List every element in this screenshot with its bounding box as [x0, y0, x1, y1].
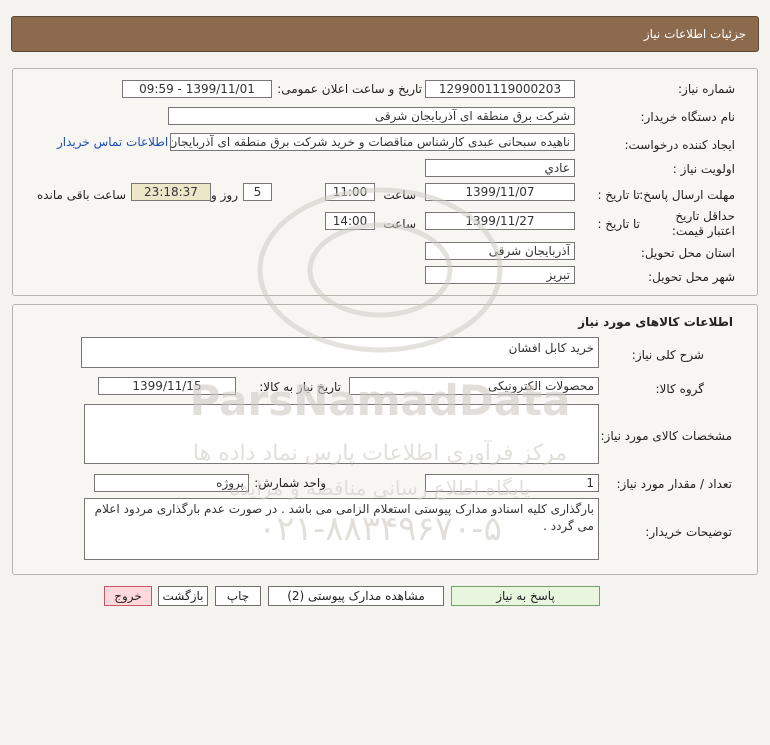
- unit-field: پروژه: [94, 474, 249, 492]
- priority-label: اولویت نیاز :: [672, 162, 735, 176]
- buyer-org-label: نام دستگاه خریدار:: [640, 110, 736, 124]
- requester-field: ناهیده سبحانی عبدی کارشناس مناقصات و خری…: [170, 133, 575, 151]
- need-number-field: 1299001119000203: [425, 80, 575, 98]
- delivery-city-label: شهر محل تحویل:: [648, 270, 735, 284]
- goods-specs-field: [84, 404, 599, 464]
- remaining-days-field: 5: [243, 183, 272, 201]
- buyer-notes-field: بارگذاری کلیه اسنادو مدارک پیوستی استعلا…: [84, 498, 599, 560]
- goods-specs-label: مشخصات کالای مورد نیاز:: [600, 429, 732, 443]
- deadline-time-field: 11:00: [325, 183, 375, 201]
- goods-group-field: محصولات الکترونیکی: [349, 377, 599, 395]
- print-button[interactable]: چاپ: [215, 586, 261, 606]
- validity-time-label: ساعت: [383, 217, 416, 231]
- remaining-time-field: 23:18:37: [131, 183, 211, 201]
- deadline-label: مهلت ارسال پاسخ:: [639, 188, 735, 202]
- unit-label: واحد شمارش:: [254, 476, 326, 490]
- days-label: روز و: [211, 188, 238, 202]
- goods-group-label: گروه کالا:: [655, 382, 705, 396]
- buyer-contact-link[interactable]: اطلاعات تماس خریدار: [57, 135, 168, 149]
- back-button[interactable]: بازگشت: [158, 586, 208, 606]
- page-title-bar: جزئیات اطلاعات نیاز: [11, 16, 759, 52]
- priority-field: عادي: [425, 159, 575, 177]
- buyer-notes-label: توضیحات خریدار:: [645, 525, 732, 539]
- deadline-date-field: 1399/11/07: [425, 183, 575, 201]
- page-title: جزئیات اطلاعات نیاز: [643, 27, 746, 41]
- need-number-label: شماره نیاز:: [678, 82, 735, 96]
- deadline-until-label: تا تاریخ :: [597, 188, 640, 202]
- requester-label: ایجاد کننده درخواست:: [624, 138, 735, 152]
- need-date-label: تاریخ نیاز به کالا:: [259, 380, 341, 394]
- delivery-province-label: استان محل تحویل:: [640, 246, 735, 260]
- validity-time-field: 14:00: [325, 212, 375, 230]
- general-description-label: شرح کلی نیاز:: [631, 348, 704, 362]
- validity-until-label: تا تاریخ :: [597, 217, 640, 231]
- need-details-panel: [12, 68, 758, 296]
- general-description-field: خرید کابل افشان: [81, 337, 599, 368]
- remaining-label: ساعت باقی مانده: [36, 188, 126, 202]
- goods-section-title: اطلاعات کالاهای مورد نیاز: [578, 315, 733, 329]
- quantity-field: 1: [425, 474, 599, 492]
- delivery-province-field: آذربایجان شرقی: [425, 242, 575, 260]
- buyer-org-field: شرکت برق منطقه ای آذربایجان شرقی: [168, 107, 575, 125]
- price-validity-label: حداقل تاریخ اعتبار قیمت:: [671, 209, 735, 238]
- reply-to-need-button[interactable]: پاسخ به نیاز: [451, 586, 600, 606]
- delivery-city-field: تبریز: [425, 266, 575, 284]
- validity-date-field: 1399/11/27: [425, 212, 575, 230]
- exit-button[interactable]: خروج: [104, 586, 152, 606]
- need-date-field: 1399/11/15: [98, 377, 236, 395]
- announce-datetime-label: تاریخ و ساعت اعلان عمومی:: [277, 82, 422, 96]
- view-attachments-button[interactable]: مشاهده مدارک پیوستی (2): [268, 586, 444, 606]
- deadline-time-label: ساعت: [383, 188, 416, 202]
- quantity-label: تعداد / مقدار مورد نیاز:: [616, 477, 732, 491]
- announce-datetime-field: 1399/11/01 - 09:59: [122, 80, 272, 98]
